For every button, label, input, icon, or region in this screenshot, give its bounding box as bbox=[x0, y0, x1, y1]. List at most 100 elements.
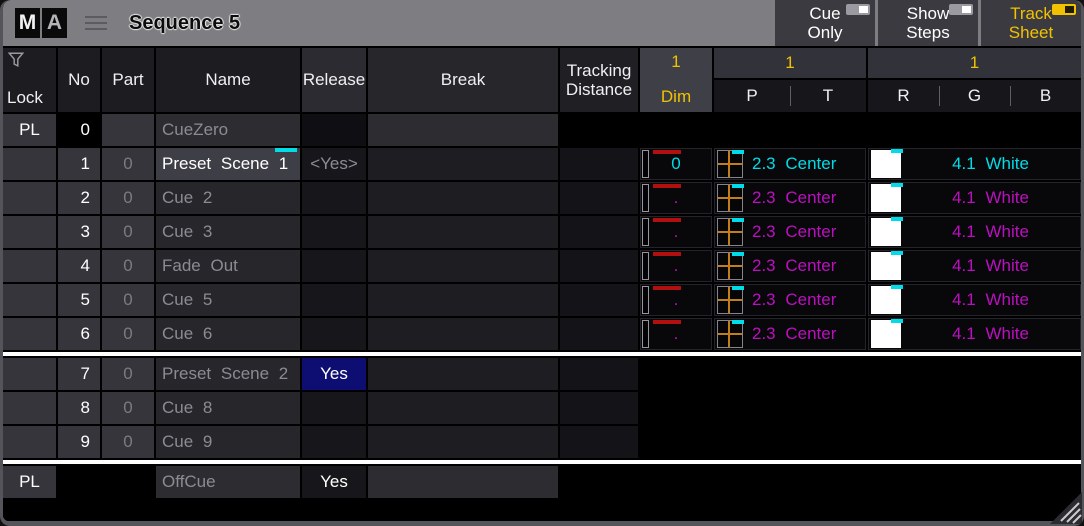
lock-cell[interactable] bbox=[3, 318, 56, 350]
color-value-cell[interactable]: 4.1 White bbox=[868, 216, 1081, 248]
release-column-header[interactable]: Release bbox=[302, 48, 366, 112]
track-sheet-button[interactable]: Track Sheet bbox=[981, 0, 1081, 46]
tracking-distance-cell[interactable] bbox=[560, 216, 638, 248]
release-cell[interactable] bbox=[302, 250, 366, 282]
release-cell[interactable] bbox=[302, 318, 366, 350]
cue-number-cell[interactable]: 2 bbox=[58, 182, 100, 214]
color-value-cell[interactable]: 4.1 White bbox=[868, 250, 1081, 282]
color-value-cell[interactable]: 4.1 White bbox=[868, 182, 1081, 214]
part-cell[interactable]: 0 bbox=[102, 358, 154, 390]
part-cell[interactable]: 0 bbox=[102, 182, 154, 214]
cue-name-cell[interactable]: OffCue bbox=[156, 466, 300, 498]
dim-value-cell[interactable]: . bbox=[640, 250, 712, 282]
break-cell[interactable] bbox=[368, 426, 558, 458]
cue-name-cell[interactable]: Fade Out bbox=[156, 250, 300, 282]
break-cell[interactable] bbox=[368, 114, 558, 146]
cue-name-cell[interactable]: CueZero bbox=[156, 114, 300, 146]
release-cell[interactable] bbox=[302, 392, 366, 424]
cue-name-cell[interactable]: Cue 9 bbox=[156, 426, 300, 458]
cue-number-cell[interactable]: 3 bbox=[58, 216, 100, 248]
lock-cell[interactable]: PL bbox=[3, 466, 56, 498]
dim-column-header[interactable]: 1 Dim bbox=[640, 48, 712, 112]
break-cell[interactable] bbox=[368, 466, 558, 498]
cue-number-cell[interactable]: 1 bbox=[58, 148, 100, 180]
rgb-column-group[interactable]: 1 R G B bbox=[868, 48, 1081, 112]
cue-number-cell[interactable]: 6 bbox=[58, 318, 100, 350]
tracking-distance-cell[interactable] bbox=[560, 358, 638, 390]
part-cell[interactable]: 0 bbox=[102, 284, 154, 316]
lock-cell[interactable] bbox=[3, 284, 56, 316]
green-subcolumn-header[interactable]: G bbox=[939, 80, 1010, 112]
part-cell[interactable]: 0 bbox=[102, 250, 154, 282]
color-value-cell[interactable]: 4.1 White bbox=[868, 284, 1081, 316]
break-cell[interactable] bbox=[368, 182, 558, 214]
part-cell[interactable]: 0 bbox=[102, 318, 154, 350]
pan-tilt-value-cell[interactable]: 2.3 Center bbox=[714, 216, 866, 248]
release-cell[interactable]: Yes bbox=[302, 358, 366, 390]
lock-cell[interactable] bbox=[3, 358, 56, 390]
release-cell[interactable] bbox=[302, 182, 366, 214]
break-cell[interactable] bbox=[368, 216, 558, 248]
release-cell[interactable] bbox=[302, 216, 366, 248]
cue-number-cell[interactable]: 7 bbox=[58, 358, 100, 390]
ma-logo-icon[interactable]: M A bbox=[15, 8, 67, 38]
part-cell[interactable] bbox=[102, 114, 154, 146]
menu-icon[interactable] bbox=[85, 16, 107, 30]
lock-cell[interactable] bbox=[3, 182, 56, 214]
lock-cell[interactable] bbox=[3, 426, 56, 458]
release-cell[interactable] bbox=[302, 114, 366, 146]
dim-value-cell[interactable]: . bbox=[640, 284, 712, 316]
pan-tilt-value-cell[interactable]: 2.3 Center bbox=[714, 284, 866, 316]
break-cell[interactable] bbox=[368, 284, 558, 316]
tracking-distance-cell[interactable] bbox=[560, 426, 638, 458]
part-cell[interactable]: 0 bbox=[102, 216, 154, 248]
no-column-header[interactable]: No bbox=[58, 48, 100, 112]
cue-only-button[interactable]: Cue Only bbox=[775, 0, 875, 46]
dim-value-cell[interactable]: . bbox=[640, 216, 712, 248]
cue-name-cell[interactable]: Preset Scene 2 bbox=[156, 358, 300, 390]
tracking-distance-cell[interactable] bbox=[560, 148, 638, 180]
blue-subcolumn-header[interactable]: B bbox=[1010, 80, 1081, 112]
cue-name-cell[interactable]: Cue 5 bbox=[156, 284, 300, 316]
color-value-cell[interactable]: 4.1 White bbox=[868, 148, 1081, 180]
tracking-distance-cell[interactable] bbox=[560, 284, 638, 316]
pan-tilt-value-cell[interactable]: 2.3 Center bbox=[714, 250, 866, 282]
dim-value-cell[interactable]: . bbox=[640, 182, 712, 214]
lock-column-header[interactable]: Lock bbox=[3, 48, 56, 112]
release-cell[interactable]: Yes bbox=[302, 466, 366, 498]
break-cell[interactable] bbox=[368, 392, 558, 424]
resize-handle[interactable] bbox=[1048, 490, 1082, 524]
color-value-cell[interactable]: 4.1 White bbox=[868, 318, 1081, 350]
pan-tilt-value-cell[interactable]: 2.3 Center bbox=[714, 318, 866, 350]
cue-name-cell[interactable]: Cue 3 bbox=[156, 216, 300, 248]
pan-subcolumn-header[interactable]: P bbox=[714, 80, 790, 112]
break-cell[interactable] bbox=[368, 318, 558, 350]
break-cell[interactable] bbox=[368, 148, 558, 180]
lock-cell[interactable] bbox=[3, 148, 56, 180]
tracking-distance-cell[interactable] bbox=[560, 318, 638, 350]
release-cell[interactable]: <Yes> bbox=[302, 148, 366, 180]
cue-number-cell[interactable]: 8 bbox=[58, 392, 100, 424]
break-column-header[interactable]: Break bbox=[368, 48, 558, 112]
pan-tilt-value-cell[interactable]: 2.3 Center bbox=[714, 182, 866, 214]
lock-cell[interactable] bbox=[3, 216, 56, 248]
tracking-distance-column-header[interactable]: Tracking Distance bbox=[560, 48, 638, 112]
tracking-distance-cell[interactable] bbox=[560, 392, 638, 424]
break-cell[interactable] bbox=[368, 250, 558, 282]
break-cell[interactable] bbox=[368, 358, 558, 390]
dim-value-cell[interactable]: 0 bbox=[640, 148, 712, 180]
cue-number-cell[interactable]: 9 bbox=[58, 426, 100, 458]
dim-value-cell[interactable]: . bbox=[640, 318, 712, 350]
release-cell[interactable] bbox=[302, 284, 366, 316]
part-cell[interactable]: 0 bbox=[102, 148, 154, 180]
cue-name-cell[interactable]: Cue 8 bbox=[156, 392, 300, 424]
part-cell[interactable]: 0 bbox=[102, 392, 154, 424]
cue-name-cell[interactable]: Cue 2 bbox=[156, 182, 300, 214]
name-column-header[interactable]: Name bbox=[156, 48, 300, 112]
pan-tilt-value-cell[interactable]: 2.3 Center bbox=[714, 148, 866, 180]
lock-cell[interactable]: PL bbox=[3, 114, 56, 146]
titlebar[interactable]: M A Sequence 5 Cue Only Show Steps Track… bbox=[3, 0, 1081, 46]
cue-name-cell[interactable]: Cue 6 bbox=[156, 318, 300, 350]
cue-number-cell[interactable]: 5 bbox=[58, 284, 100, 316]
cue-number-cell[interactable]: 0 bbox=[58, 114, 100, 146]
